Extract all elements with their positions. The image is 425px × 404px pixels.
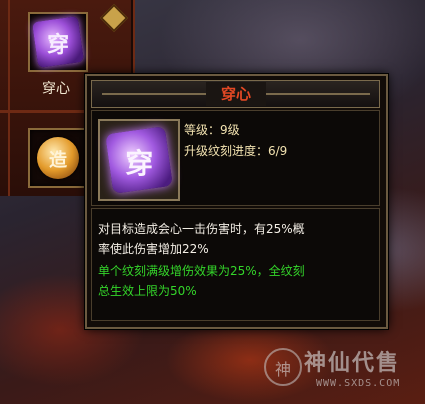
skill-icon-frame: 穿 bbox=[98, 119, 180, 201]
description-line: 对目标造成会心一击伤害时，有25%概 bbox=[98, 222, 305, 236]
bonus-line: 单个纹刻满级增伤效果为25%，全纹刻 bbox=[98, 264, 305, 278]
tooltip-description-box: 对目标造成会心一击伤害时，有25%概 率使此伤害增加22% 单个纹刻满级增伤效果… bbox=[91, 208, 380, 321]
watermark-logo: 神 bbox=[264, 348, 302, 386]
level-text: 等级：9级 bbox=[184, 123, 240, 137]
coin-glyph: 造 bbox=[49, 150, 67, 171]
bonus-line: 总生效上限为50% bbox=[98, 284, 197, 298]
tooltip-info-box: 穿 等级：9级 升级纹刻进度：6/9 bbox=[91, 110, 380, 206]
rune-icon: 穿 bbox=[32, 16, 84, 68]
rune-glyph: 穿 bbox=[125, 146, 154, 180]
watermark-url: WWW.SXDS.COM bbox=[316, 378, 401, 389]
watermark-name: 神仙代售 bbox=[304, 351, 401, 376]
skill-slot-2[interactable]: 造 bbox=[28, 128, 88, 188]
skill-slot-chuanxin[interactable]: 穿 bbox=[28, 12, 88, 72]
panel-divider-vertical bbox=[8, 0, 10, 196]
skill-label: 穿心 bbox=[42, 81, 70, 97]
rune-glyph: 穿 bbox=[47, 32, 70, 58]
coin-icon: 造 bbox=[37, 137, 79, 179]
tooltip-header: 穿心 bbox=[91, 80, 380, 108]
tooltip-title: 穿心 bbox=[206, 82, 266, 106]
upgrade-progress-text: 升级纹刻进度：6/9 bbox=[184, 144, 288, 158]
watermark-logo-char: 神 bbox=[274, 360, 291, 379]
rune-icon: 穿 bbox=[105, 126, 173, 194]
skill-tooltip: 穿心 穿 等级：9级 升级纹刻进度：6/9 对目标造成会心一击伤害时，有25%概… bbox=[85, 74, 388, 329]
description-line: 率使此伤害增加22% bbox=[98, 242, 209, 256]
